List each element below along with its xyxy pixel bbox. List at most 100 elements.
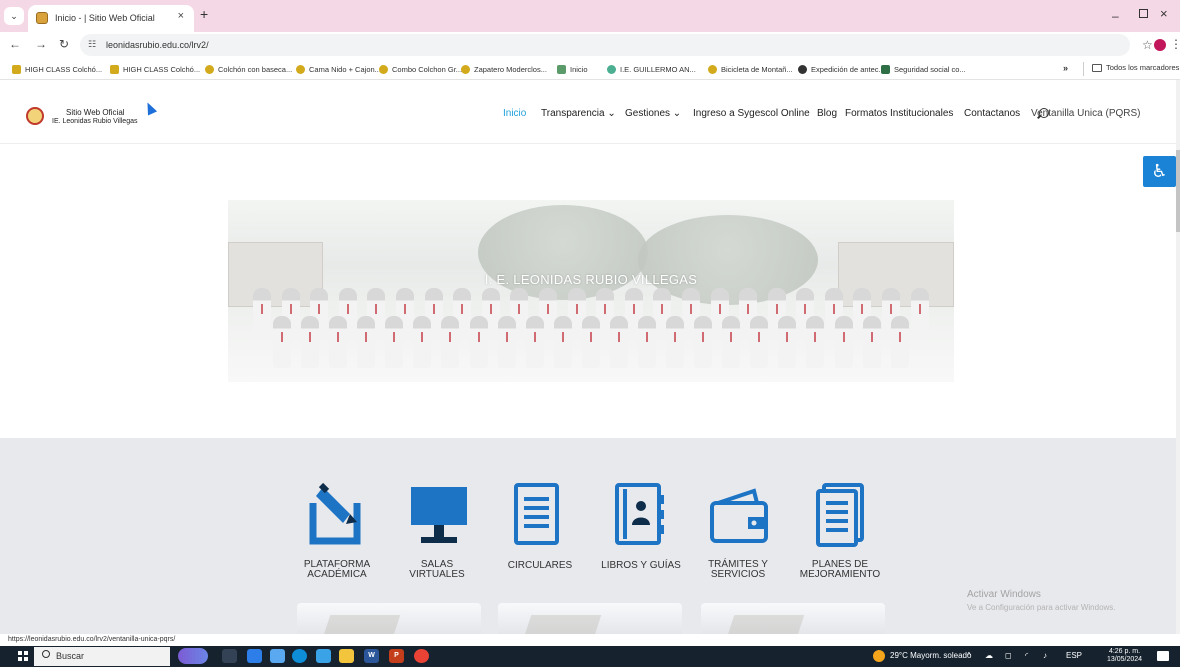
browser-toolbar: ← → ↻ ☷ leonidasrubio.edu.co/lrv2/ ☆ ⋮	[0, 32, 1180, 58]
bookmark-green-icon	[12, 65, 21, 74]
bookmark-separator	[1083, 62, 1084, 76]
activate-windows-title: Activar Windows	[967, 589, 1041, 600]
nav-sygescol[interactable]: Ingreso a Sygescol Online	[693, 108, 810, 119]
service-label: PLANES DE MEJORAMIENTO	[799, 559, 881, 580]
bookmark-green-icon	[110, 65, 119, 74]
notification-icon[interactable]	[1157, 651, 1169, 661]
more-bookmarks-icon[interactable]: »	[1063, 63, 1068, 73]
bookmark-item[interactable]: Colchón con baseca...	[205, 63, 292, 76]
school-logo-icon[interactable]	[26, 107, 44, 125]
tab-search-button[interactable]: ⌄	[4, 7, 24, 25]
windows-start-icon[interactable]	[18, 651, 28, 661]
nav-gestiones[interactable]: Gestiones ⌄	[625, 108, 681, 119]
file-explorer-icon[interactable]	[270, 649, 285, 663]
service-label: CIRCULARES	[507, 560, 573, 571]
bookmark-item[interactable]: HIGH CLASS Colchó...	[12, 63, 102, 76]
news-widget-icon[interactable]	[178, 648, 208, 664]
service-circulares[interactable]: CIRCULARES	[492, 483, 588, 583]
maximize-icon[interactable]	[1139, 9, 1148, 18]
bookmark-item[interactable]: Cama Nido + Cajon...	[296, 63, 381, 76]
hero-banner: I. E. LEONIDAS RUBIO VILLEGAS	[228, 200, 954, 382]
cloud-icon[interactable]: ☁	[985, 651, 993, 660]
minimize-icon[interactable]: –	[1112, 9, 1119, 23]
service-plataforma[interactable]: PLATAFORMA ACADÉMICA	[289, 483, 385, 583]
bookmark-item[interactable]: Bicicleta de Montañ...	[708, 63, 793, 76]
search-icon[interactable]	[1039, 108, 1049, 118]
store-icon[interactable]	[316, 649, 331, 663]
bookmark-item[interactable]: Inicio	[557, 63, 588, 76]
close-window-icon[interactable]: ×	[1160, 6, 1168, 21]
tab-title: Inicio - | Sitio Web Oficial	[55, 13, 155, 23]
taskbar-search[interactable]: Buscar	[34, 647, 170, 666]
task-view-icon[interactable]	[222, 649, 237, 663]
nav-transparencia[interactable]: Transparencia ⌄	[541, 108, 616, 119]
service-salas[interactable]: SALAS VIRTUALES	[389, 483, 485, 583]
browser-screen: ⌄ Inicio - | Sitio Web Oficial × + – × ←…	[0, 0, 1180, 667]
folder-icon	[1092, 63, 1102, 72]
bookmark-item[interactable]: Seguridad social co...	[881, 63, 966, 76]
reload-icon[interactable]: ↻	[59, 37, 69, 51]
bookmark-star-icon[interactable]: ☆	[1142, 38, 1153, 52]
store-icon	[205, 65, 214, 74]
edge-icon[interactable]	[292, 649, 307, 663]
bookmark-item[interactable]: I.E. GUILLERMO AN...	[607, 63, 696, 76]
news-card-image[interactable]	[297, 603, 481, 634]
store-icon	[461, 65, 470, 74]
mouse-cursor-icon	[142, 100, 158, 116]
nav-contactanos[interactable]: Contactanos	[964, 108, 1020, 119]
folder-icon[interactable]	[339, 649, 354, 663]
nav-formatos[interactable]: Formatos Institucionales	[845, 108, 953, 119]
document-icon	[514, 483, 559, 545]
back-icon[interactable]: ←	[9, 37, 21, 51]
chrome-icon[interactable]	[414, 649, 429, 663]
bookmark-item[interactable]: Zapatero Moderclos...	[461, 63, 547, 76]
browser-menu-icon[interactable]: ⋮	[1170, 37, 1180, 51]
address-bar[interactable]: ☷ leonidasrubio.edu.co/lrv2/	[80, 34, 1130, 56]
volume-icon[interactable]: ♪	[1043, 651, 1047, 660]
hero-title: I. E. LEONIDAS RUBIO VILLEGAS	[484, 272, 698, 287]
site-title[interactable]: Sitio Web Oficial	[66, 108, 125, 117]
scrollbar-thumb[interactable]	[1176, 150, 1180, 232]
service-planes[interactable]: PLANES DE MEJORAMIENTO	[792, 483, 888, 583]
bookmark-item[interactable]: Expedición de antec...	[798, 63, 885, 76]
service-libros[interactable]: LIBROS Y GUÍAS	[593, 483, 689, 583]
weather-text[interactable]: 29°C Mayorm. soleado	[890, 651, 971, 660]
bookmark-item[interactable]: Combo Colchon Gr...	[379, 63, 462, 76]
search-icon	[42, 650, 50, 658]
windows-taskbar: Buscar W P 29°C Mayorm. soleado ^ ☁ ◻ ◜ …	[0, 646, 1180, 667]
nav-inicio[interactable]: Inicio	[503, 108, 526, 119]
globe-icon	[798, 65, 807, 74]
taskbar-clock[interactable]: 4:26 p. m. 13/05/2024	[1107, 648, 1142, 664]
word-icon[interactable]: W	[364, 649, 379, 663]
powerpoint-icon[interactable]: P	[389, 649, 404, 663]
school-logo-icon	[36, 12, 48, 24]
news-card-image[interactable]	[701, 603, 885, 634]
close-tab-icon[interactable]: ×	[178, 10, 184, 22]
contact-book-icon	[615, 483, 664, 545]
new-tab-icon[interactable]: +	[200, 6, 208, 22]
school-icon	[607, 65, 616, 74]
monitor-icon	[411, 487, 467, 543]
activate-windows-text: Ve a Configuración para activar Windows.	[967, 603, 1116, 612]
service-label: PLATAFORMA ACADÉMICA	[303, 559, 371, 580]
bookmark-item[interactable]: HIGH CLASS Colchó...	[110, 63, 200, 76]
forward-icon[interactable]: →	[35, 37, 47, 51]
chat-icon[interactable]	[247, 649, 262, 663]
profile-icon[interactable]	[1154, 39, 1166, 51]
nav-blog[interactable]: Blog	[817, 108, 837, 119]
all-bookmarks-folder[interactable]: Todos los marcadores	[1092, 63, 1179, 72]
news-card-image[interactable]	[498, 603, 682, 634]
wifi-icon[interactable]: ◜	[1025, 651, 1028, 660]
language-indicator[interactable]: ESP	[1066, 651, 1082, 660]
status-url: https://leonidasrubio.edu.co/lrv2/ventan…	[6, 636, 178, 646]
url-text: leonidasrubio.edu.co/lrv2/	[106, 40, 209, 50]
accessibility-button[interactable]: ♿	[1143, 156, 1176, 187]
security-icon	[881, 65, 890, 74]
camera-icon[interactable]: ◻	[1005, 651, 1012, 660]
active-tab[interactable]: Inicio - | Sitio Web Oficial ×	[28, 5, 194, 32]
service-tramites[interactable]: TRÁMITES Y SERVICIOS	[690, 483, 786, 583]
tray-chevron-icon[interactable]: ^	[967, 651, 971, 660]
weather-icon[interactable]	[873, 650, 885, 662]
site-subtitle[interactable]: IE. Leonidas Rubio Villegas	[52, 118, 137, 125]
site-info-icon[interactable]: ☷	[88, 39, 96, 50]
